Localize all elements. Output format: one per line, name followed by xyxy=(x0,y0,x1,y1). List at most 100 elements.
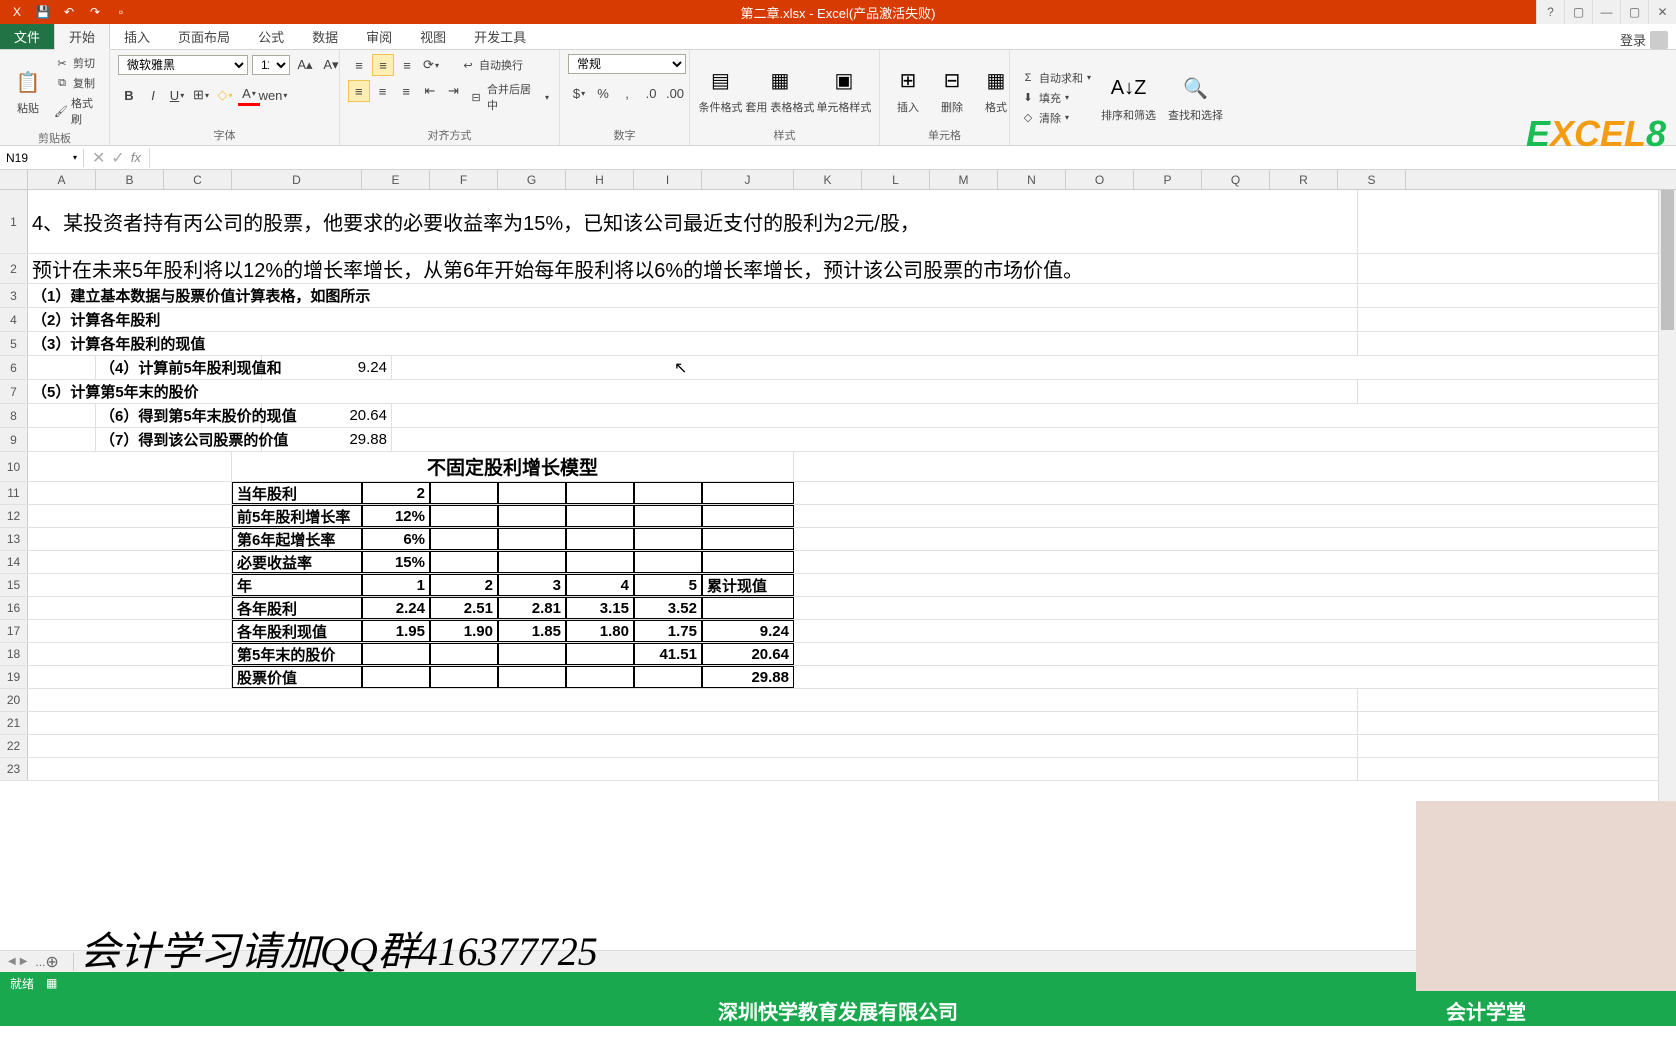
redo-icon[interactable]: ↷ xyxy=(86,3,104,21)
cell[interactable] xyxy=(566,643,634,665)
cell[interactable] xyxy=(28,689,1358,711)
cell[interactable]: 必要收益率 xyxy=(232,551,362,573)
cell[interactable] xyxy=(28,551,232,573)
save-icon[interactable]: 💾 xyxy=(34,3,52,21)
cell[interactable]: 3.15 xyxy=(566,597,634,619)
cell[interactable] xyxy=(430,643,498,665)
col-header[interactable]: H xyxy=(566,170,634,189)
copy-button[interactable]: ⧉复制 xyxy=(52,74,101,92)
col-header[interactable]: R xyxy=(1270,170,1338,189)
row-header[interactable]: 19 xyxy=(0,666,28,688)
sheet-nav-prev[interactable]: ◀ xyxy=(8,956,16,967)
cell[interactable] xyxy=(28,404,96,427)
cell[interactable]: 1.80 xyxy=(566,620,634,642)
cell[interactable] xyxy=(566,528,634,550)
row-header[interactable]: 2 xyxy=(0,254,28,283)
macro-record-icon[interactable]: ▦ xyxy=(46,976,57,990)
paste-button[interactable]: 📋粘贴 xyxy=(8,64,48,118)
cell[interactable] xyxy=(634,551,702,573)
cell[interactable] xyxy=(634,505,702,527)
col-header[interactable]: O xyxy=(1066,170,1134,189)
find-select-button[interactable]: 🔍查找和选择 xyxy=(1164,71,1227,125)
italic-button[interactable]: I xyxy=(142,84,164,106)
row-header[interactable]: 22 xyxy=(0,735,28,757)
cell[interactable]: 1.75 xyxy=(634,620,702,642)
tab-developer[interactable]: 开发工具 xyxy=(460,24,540,49)
row-header[interactable]: 23 xyxy=(0,758,28,780)
enter-formula-icon[interactable]: ✓ xyxy=(111,148,124,168)
row-header[interactable]: 12 xyxy=(0,505,28,527)
cell[interactable]: 6% xyxy=(362,528,430,550)
cell-styles-button[interactable]: ▣单元格样式 xyxy=(817,63,871,117)
cell[interactable] xyxy=(28,528,232,550)
wrap-text-button[interactable]: ↩自动换行 xyxy=(458,54,525,76)
row-header[interactable]: 20 xyxy=(0,689,28,711)
cell[interactable] xyxy=(702,597,794,619)
select-all-corner[interactable] xyxy=(0,170,28,189)
cell[interactable] xyxy=(362,643,430,665)
col-header[interactable]: A xyxy=(28,170,96,189)
cell[interactable]: 预计在未来5年股利将以12%的增长率增长，从第6年开始每年股利将以6%的增长率增… xyxy=(28,254,1358,283)
col-header[interactable]: J xyxy=(702,170,794,189)
align-left-button[interactable]: ≡ xyxy=(348,80,370,102)
format-painter-button[interactable]: 🖌格式刷 xyxy=(52,94,101,128)
indent-inc-button[interactable]: ⇥ xyxy=(443,80,465,102)
cell[interactable]: 3 xyxy=(498,574,566,596)
cell[interactable]: 41.51 xyxy=(634,643,702,665)
cell[interactable] xyxy=(28,482,232,504)
col-header[interactable]: C xyxy=(164,170,232,189)
cell[interactable] xyxy=(430,505,498,527)
cell[interactable] xyxy=(28,597,232,619)
phonetic-button[interactable]: wen▾ xyxy=(262,84,284,106)
col-header[interactable]: E xyxy=(362,170,430,189)
add-sheet-button[interactable]: ⊕ xyxy=(45,952,65,972)
row-header[interactable]: 17 xyxy=(0,620,28,642)
cell[interactable]: 累计现值 xyxy=(702,574,794,596)
cell[interactable] xyxy=(430,666,498,688)
row-header[interactable]: 10 xyxy=(0,452,28,481)
cell[interactable]: （3）计算各年股利的现值 xyxy=(28,332,1358,355)
cell[interactable]: 15% xyxy=(362,551,430,573)
scroll-thumb[interactable] xyxy=(1661,190,1674,330)
grow-font-button[interactable]: A▴ xyxy=(294,54,316,76)
col-header[interactable]: K xyxy=(794,170,862,189)
tab-formulas[interactable]: 公式 xyxy=(244,24,298,49)
cell[interactable]: 20.64 xyxy=(262,404,392,427)
cell[interactable] xyxy=(498,528,566,550)
cell[interactable] xyxy=(28,505,232,527)
row-header[interactable]: 4 xyxy=(0,308,28,331)
insert-cells-button[interactable]: ⊞插入 xyxy=(888,63,928,117)
cell[interactable]: 前5年股利增长率 xyxy=(232,505,362,527)
col-header[interactable]: D xyxy=(232,170,362,189)
row-header[interactable]: 18 xyxy=(0,643,28,665)
name-box[interactable]: N19▾ xyxy=(0,149,84,167)
tab-view[interactable]: 视图 xyxy=(406,24,460,49)
cell[interactable] xyxy=(28,643,232,665)
cell[interactable] xyxy=(430,528,498,550)
shrink-font-button[interactable]: A▾ xyxy=(320,54,342,76)
cell[interactable] xyxy=(28,666,232,688)
conditional-format-button[interactable]: ▤条件格式 xyxy=(698,63,743,117)
cell[interactable] xyxy=(498,643,566,665)
align-bottom-button[interactable]: ≡ xyxy=(396,54,418,76)
cell[interactable]: 2.24 xyxy=(362,597,430,619)
row-header[interactable]: 16 xyxy=(0,597,28,619)
cell[interactable]: 29.88 xyxy=(702,666,794,688)
fill-button[interactable]: ⬇填充▾ xyxy=(1018,89,1093,107)
row-header[interactable]: 9 xyxy=(0,428,28,451)
currency-button[interactable]: $▾ xyxy=(568,82,590,104)
align-right-button[interactable]: ≡ xyxy=(395,80,417,102)
row-header[interactable]: 5 xyxy=(0,332,28,355)
cell[interactable] xyxy=(28,356,96,379)
indent-dec-button[interactable]: ⇤ xyxy=(419,80,441,102)
cell[interactable] xyxy=(498,505,566,527)
cancel-formula-icon[interactable]: ✕ xyxy=(92,148,105,168)
table-format-button[interactable]: ▦套用 表格格式 xyxy=(747,63,813,117)
cell[interactable]: 1.90 xyxy=(430,620,498,642)
cell[interactable]: 4 xyxy=(566,574,634,596)
delete-cells-button[interactable]: ⊟删除 xyxy=(932,63,972,117)
row-header[interactable]: 15 xyxy=(0,574,28,596)
tab-layout[interactable]: 页面布局 xyxy=(164,24,244,49)
new-icon[interactable]: ▫ xyxy=(112,3,130,21)
cell[interactable] xyxy=(498,482,566,504)
